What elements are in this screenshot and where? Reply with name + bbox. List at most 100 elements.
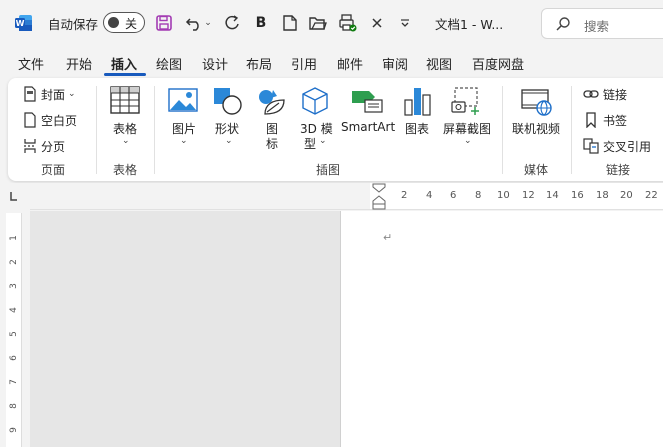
online-video-button[interactable] (521, 88, 553, 120)
pictures-icon (168, 88, 198, 112)
tab-insert[interactable]: 插入 (111, 54, 137, 73)
icons-button[interactable] (257, 86, 287, 120)
smartart-button[interactable] (351, 88, 383, 118)
online-video-icon (521, 89, 552, 116)
document-page[interactable]: ↵ (340, 211, 663, 447)
page-break-icon (24, 139, 36, 153)
tab-file[interactable]: 文件 (18, 54, 44, 73)
ruler-tick: 18 (596, 190, 609, 201)
group-label-pages: 页面 (41, 163, 66, 177)
table-icon (110, 86, 140, 114)
horizontal-ruler[interactable]: 2 4 6 8 10 12 14 16 18 20 22 (30, 183, 663, 210)
document-title[interactable]: 文档1 - W... (435, 14, 503, 33)
bookmark-icon (586, 112, 596, 128)
group-separator (96, 86, 97, 174)
active-tab-indicator (104, 73, 146, 76)
tab-selector-icon (10, 192, 17, 201)
ruler-tick: 6 (450, 190, 457, 201)
tab-design[interactable]: 设计 (202, 54, 228, 73)
autosave-toggle[interactable]: 关 (103, 12, 145, 33)
cross-reference-button[interactable]: 交叉引用 (583, 136, 651, 156)
tab-references[interactable]: 引用 (291, 54, 317, 73)
group-separator (502, 86, 503, 174)
ribbon-panel: 封面 ⌄ 空白页 分页 页面 表格 ⌄ 表格 图片 ⌄ 形状 ⌄ 图 标 3D … (8, 78, 663, 181)
3d-models-label-line2: 型 (304, 137, 317, 151)
close-icon[interactable] (366, 12, 388, 34)
cross-reference-icon (583, 138, 599, 154)
toggle-knob (108, 17, 119, 28)
smartart-icon (352, 91, 383, 113)
pictures-button[interactable] (168, 88, 198, 118)
ruler-tick: 10 (497, 190, 510, 201)
tab-home[interactable]: 开始 (66, 54, 92, 73)
ruler-corner[interactable] (0, 183, 30, 210)
tab-review[interactable]: 审阅 (382, 54, 408, 73)
undo-dropdown-icon[interactable]: ⌄ (202, 12, 214, 34)
screenshot-button[interactable] (451, 86, 483, 120)
redo-icon[interactable] (221, 12, 243, 34)
shapes-button[interactable] (213, 86, 243, 120)
screenshot-label: 屏幕截图 (443, 122, 492, 136)
ruler-tick: 22 (645, 190, 658, 201)
ribbon-tabs: 文件 开始 插入 绘图 设计 布局 引用 邮件 审阅 视图 百度网盘 (0, 50, 663, 76)
tab-view[interactable]: 视图 (426, 54, 452, 73)
bookmark-button[interactable]: 书签 (583, 110, 627, 130)
chevron-down-icon: ⌄ (122, 136, 130, 146)
link-button[interactable]: 链接 (583, 84, 627, 104)
indent-marker-icon (372, 183, 386, 210)
3d-cube-icon (302, 87, 328, 115)
ruler-tick: 8 (9, 403, 19, 409)
online-video-label: 联机视频 (512, 122, 561, 136)
ruler-tick: 9 (9, 427, 19, 433)
link-label: 链接 (603, 87, 628, 102)
ruler-tick: 16 (571, 190, 584, 201)
open-folder-icon[interactable] (307, 12, 329, 34)
group-label-media: 媒体 (524, 163, 549, 177)
shapes-icon (214, 88, 242, 115)
autosave-state: 关 (125, 17, 138, 31)
ruler-tick: 12 (522, 190, 535, 201)
new-document-icon[interactable] (279, 12, 301, 34)
cross-reference-label: 交叉引用 (603, 139, 652, 154)
tab-draw[interactable]: 绘图 (156, 54, 182, 73)
print-check-icon[interactable] (337, 12, 359, 34)
ruler-tick: 4 (9, 307, 19, 313)
bookmark-label: 书签 (603, 113, 628, 128)
tab-mailings[interactable]: 邮件 (337, 54, 363, 73)
3d-models-button[interactable] (301, 86, 329, 120)
page-break-button[interactable]: 分页 (23, 136, 65, 156)
chart-button[interactable] (404, 86, 432, 120)
cover-page-button[interactable]: 封面 ⌄ (23, 84, 76, 104)
blank-page-button[interactable]: 空白页 (23, 110, 77, 130)
chevron-down-icon: ⌄ (464, 136, 472, 146)
word-logo-icon: W (15, 14, 33, 32)
title-bar: W 自动保存 关 ⌄ B 文档1 - W... 搜索 (0, 0, 663, 46)
link-icon (583, 90, 599, 98)
ruler-tick: 8 (475, 190, 482, 201)
document-canvas: ↵ (30, 211, 663, 447)
save-icon[interactable] (153, 12, 175, 34)
tab-layout[interactable]: 布局 (246, 54, 272, 73)
ruler-tick: 14 (546, 190, 559, 201)
blank-page-label: 空白页 (41, 113, 78, 128)
table-label: 表格 (113, 122, 138, 136)
search-placeholder: 搜索 (584, 19, 610, 34)
chevron-down-icon: ⌄ (68, 89, 76, 99)
ruler-tick: 4 (426, 190, 433, 201)
tab-baidu-netdisk[interactable]: 百度网盘 (472, 54, 524, 73)
search-icon (555, 16, 571, 36)
pictures-label: 图片 (172, 122, 197, 136)
group-label-tables: 表格 (113, 163, 138, 177)
group-label-illustrations: 插图 (316, 163, 341, 177)
ruler-tick: 3 (9, 283, 19, 289)
search-input[interactable]: 搜索 (541, 8, 663, 39)
chevron-down-icon: ⌄ (225, 136, 233, 146)
ruler-tick: 1 (9, 235, 19, 241)
ruler-tick: 2 (401, 190, 408, 201)
chart-label: 图表 (405, 122, 430, 136)
bold-button[interactable]: B (250, 12, 272, 34)
vertical-ruler[interactable]: 1 2 3 4 5 6 7 8 9 (0, 211, 30, 447)
group-label-links: 链接 (606, 163, 631, 177)
table-button[interactable] (110, 86, 140, 118)
customize-toolbar-icon[interactable] (394, 12, 416, 34)
